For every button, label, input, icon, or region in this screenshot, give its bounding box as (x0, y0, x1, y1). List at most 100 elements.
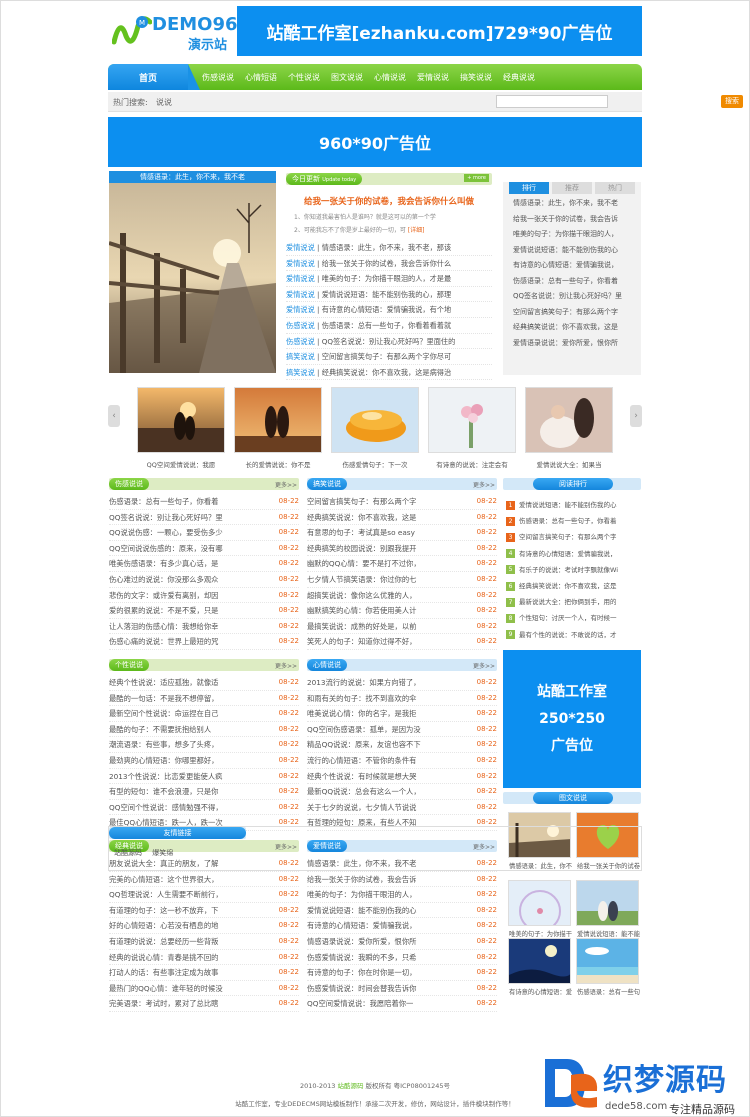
list-item[interactable]: QQ哲理说说：人生需要不断前行， 08-22 (109, 887, 299, 903)
list-item[interactable]: 让人落泪的伤感心情：我想给你幸 08-22 (109, 619, 299, 635)
list-item[interactable]: 悲伤的文字：或许爱有离别，却因 08-22 (109, 588, 299, 604)
list-item[interactable]: 经典搞笑的校园说说：别跟我提开 08-22 (307, 541, 497, 557)
rank-item[interactable]: 爱情语录说说：爱你所爱，恨你所 (513, 336, 641, 352)
list-item[interactable]: 经典搞笑说说：你不喜欢我，这是 08-22 (307, 510, 497, 526)
gallery-item[interactable]: 长的爱情说说：你不是 (234, 387, 322, 469)
more-link[interactable]: 更多>> (275, 661, 297, 670)
more-link[interactable]: 更多>> (473, 661, 495, 670)
list-item[interactable]: QQ空间说说伤感的：原来，没有哪 08-22 (109, 541, 299, 557)
list-item[interactable]: QQ空间个性说说：感情勉强不得， 08-22 (109, 800, 299, 816)
list-item[interactable]: 打动人的话：有些事注定成为故事 08-22 (109, 965, 299, 981)
pic-news-item[interactable]: 伤感语录：总有一些句 (576, 938, 641, 996)
list-item[interactable]: 有意思的句子：考试真是so easy 08-22 (307, 525, 497, 541)
square-ad-banner[interactable]: 站酷工作室 250*250 广告位 (503, 650, 641, 788)
category-link[interactable]: 伤感说说 (286, 337, 315, 346)
today-update-item[interactable]: 爱情说说 | 有诗意的心情短语：爱情骗我说，有个地 (286, 302, 492, 318)
tab-recommend[interactable]: 推荐 (552, 182, 592, 194)
list-item[interactable]: 最新空间个性说说：命运捏在自己 08-22 (109, 706, 299, 722)
category-link[interactable]: 爱情说说 (286, 305, 315, 314)
gallery-item[interactable]: QQ空间爱情说说：我愿 (137, 387, 225, 469)
gallery-prev-arrow-icon[interactable]: ‹ (108, 405, 120, 427)
list-item[interactable]: 经典个性说说：适应孤独，就像适 08-22 (109, 675, 299, 691)
gallery-item[interactable]: 伤感爱情句子：下一次 (331, 387, 419, 469)
list-item[interactable]: 和雨有关的句子：找不到喜欢的伞 08-22 (307, 691, 497, 707)
list-item[interactable]: 爱的很累的说说：不是不爱，只是 08-22 (109, 603, 299, 619)
list-item[interactable]: 有型的短句：谁不会浪漫，只是你 08-22 (109, 784, 299, 800)
rank-item[interactable]: 给我一张关于你的试卷，我会告诉 (513, 212, 641, 228)
list-item[interactable]: 精品QQ说说：原来，友谊也容不下 08-22 (307, 737, 497, 753)
list-item[interactable]: 最劲爽的心情短语：你哪里都好， 08-22 (109, 753, 299, 769)
list-item[interactable]: 有诗意的句子：你在时你是一切， 08-22 (307, 965, 497, 981)
list-item[interactable]: 经典个性说说：有时候就是想大哭 08-22 (307, 769, 497, 785)
list-item[interactable]: 伤心难过的说说：你没那么多观众 08-22 (109, 572, 299, 588)
today-update-item[interactable]: 伤感说说 | 伤感语录：总有一些句子，你看着看着就 (286, 318, 492, 334)
gallery-item[interactable]: 爱情说说大全：如果当 (525, 387, 613, 469)
read-rank-item[interactable]: 2 伤感语录：总有一些句子，你看着 (506, 513, 641, 529)
list-item[interactable]: 爱情说说短语：能不能别伤我的心 08-22 (307, 903, 497, 919)
list-item[interactable]: 伤感心痛的说说：世界上最短的咒 08-22 (109, 634, 299, 650)
list-item[interactable]: 有诗意的心情短语：爱情骗我说， 08-22 (307, 918, 497, 934)
list-item[interactable]: 幽默的QQ心情：要不是打不过你， 08-22 (307, 556, 497, 572)
nav-item[interactable]: 心情短语 (245, 72, 277, 83)
list-item[interactable]: QQ空间伤感语录：孤单，是因为没 08-22 (307, 722, 497, 738)
list-item[interactable]: 超搞笑说说：像你这么优雅的人， 08-22 (307, 588, 497, 604)
list-item[interactable]: 唯美伤感语录：有多少真心话，是 08-22 (109, 556, 299, 572)
list-item[interactable]: 经典的说说心情：青春是挑不回的 08-22 (109, 950, 299, 966)
list-item[interactable]: 伤感爱情说说：时间会替我告诉你 08-22 (307, 981, 497, 997)
today-update-item[interactable]: 搞笑说说 | 空间留言搞笑句子：有那么两个字你尽可 (286, 349, 492, 365)
category-link[interactable]: 爱情说说 (286, 243, 315, 252)
list-item[interactable]: 最热门的QQ心情：谁年轻的时候没 08-22 (109, 981, 299, 997)
read-rank-item[interactable]: 3 空间留言搞笑句子：有那么两个字 (506, 529, 641, 545)
list-item[interactable]: 完美语录：考试时，累对了总比瞎 08-22 (109, 996, 299, 1012)
today-update-item[interactable]: 伤感说说 | QQ签名说说：别让我心死好吗？里面住的 (286, 334, 492, 350)
nav-item[interactable]: 个性说说 (288, 72, 320, 83)
list-item[interactable]: 关于七夕的说说，七夕情人节说说 08-22 (307, 800, 497, 816)
hot-search-keyword[interactable]: 说说 (156, 97, 172, 108)
today-update-item[interactable]: 爱情说说 | 给我一张关于你的试卷，我会告诉你什么 (286, 256, 492, 272)
list-item[interactable]: 有道理的说说：总要经历一些背叛 08-22 (109, 934, 299, 950)
headline-link[interactable]: 给我一张关于你的试卷，我会告诉你什么叫做 (286, 195, 492, 207)
read-rank-item[interactable]: 8 个性短句：讨厌一个人，有时候一 (506, 610, 641, 626)
list-item[interactable]: 七夕情人节搞笑语录：你过你的七 08-22 (307, 572, 497, 588)
read-rank-item[interactable]: 4 有诗意的心情短语：爱情骗我说， (506, 546, 641, 562)
rank-item[interactable]: 爱情说说短语：能不能别伤我的心 (513, 243, 641, 259)
list-item[interactable]: 好的心情短语：心若没有栖息的地 08-22 (109, 918, 299, 934)
site-logo[interactable]: M DEMO96 演示站 (112, 12, 238, 54)
rank-item[interactable]: QQ签名说说：别让我心死好吗？里 (513, 289, 641, 305)
list-item[interactable]: 最酷的句子：不需要抚抱给别人 08-22 (109, 722, 299, 738)
today-more-link[interactable]: + more (464, 174, 489, 182)
list-item[interactable]: QQ说说伤感：一颗心，要受伤多少 08-22 (109, 525, 299, 541)
list-item[interactable]: 幽默搞笑的心情：你若使用美人计 08-22 (307, 603, 497, 619)
list-item[interactable]: 唯美说说心情：你的名字，是我拒 08-22 (307, 706, 497, 722)
search-input[interactable] (496, 95, 608, 108)
read-rank-item[interactable]: 9 最有个性的说说：不敢说的话，才 (506, 627, 641, 643)
list-item[interactable]: 最搞笑说说：成熟的好处是，以前 08-22 (307, 619, 497, 635)
rank-item[interactable]: 唯美的句子：为你描干眼泪的人， (513, 227, 641, 243)
list-item[interactable]: 伤感语录：总有一些句子，你看着 08-22 (109, 494, 299, 510)
friend-link[interactable]: 站酷源码 (114, 849, 142, 857)
category-link[interactable]: 爱情说说 (286, 259, 315, 268)
more-link[interactable]: 更多>> (473, 480, 495, 489)
gallery-item[interactable]: 有诗意的说说：注定会有 (428, 387, 516, 469)
list-item[interactable]: 情感语录说说：爱你所爱，恨你所 08-22 (307, 934, 497, 950)
rank-item[interactable]: 情感语录：此生，你不来，我不老 (513, 196, 641, 212)
nav-home[interactable]: 首页 (108, 64, 200, 90)
list-item[interactable]: QQ空间爱情说说：我愿陪着你一 08-22 (307, 996, 497, 1012)
rank-item[interactable]: 经典搞笑说说：你不喜欢我，这是 (513, 320, 641, 336)
list-item[interactable]: 2013个性说说：比恋爱更能使人疯 08-22 (109, 769, 299, 785)
rank-item[interactable]: 有诗意的心情短语：爱情骗我说， (513, 258, 641, 274)
read-rank-item[interactable]: 7 最新说说大全：把你俩到手，用的 (506, 594, 641, 610)
detail-link[interactable]: [详细] (408, 227, 425, 234)
today-update-item[interactable]: 爱情说说 | 唯美的句子：为你描干眼泪的人，才是最 (286, 271, 492, 287)
read-rank-item[interactable]: 1 爱情说说短语：能不能别伤我的心 (506, 497, 641, 513)
list-item[interactable]: 最酷的一句话：不是我不想停留， 08-22 (109, 691, 299, 707)
list-item[interactable]: 2013流行的说说：如果方向错了， 08-22 (307, 675, 497, 691)
nav-item[interactable]: 爱情说说 (417, 72, 449, 83)
footer-brand-link[interactable]: 站酷源码 (337, 1082, 363, 1090)
search-button[interactable]: 搜索 (721, 95, 743, 108)
today-update-item[interactable]: 搞笑说说 | 经典搞笑说说：你不喜欢我，这是病得治 (286, 365, 492, 381)
category-link[interactable]: 爱情说说 (286, 274, 315, 283)
category-link[interactable]: 搞笑说说 (286, 368, 315, 377)
today-update-item[interactable]: 爱情说说 | 情感语录：此生，你不来，我不老，那该 (286, 240, 492, 256)
today-update-item[interactable]: 爱情说说 | 爱情说说短语：能不能别伤我的心，那理 (286, 287, 492, 303)
